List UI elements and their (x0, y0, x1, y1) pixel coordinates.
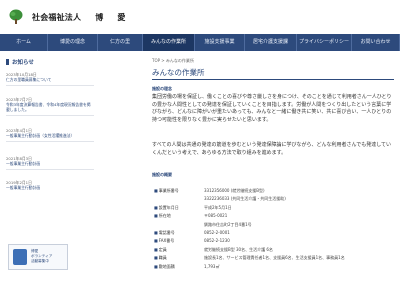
info-value: 就労継続支援B型 30名、生活介護 6名 (204, 246, 273, 252)
nav-philosophy[interactable]: 博愛の理念 (48, 34, 98, 51)
info-value: 0852-2-0001 (204, 229, 230, 235)
section-label-overview: 施設の概要 (152, 172, 172, 177)
news-link[interactable]: 一般事業主行動計画 (6, 185, 94, 190)
bullet-icon: ■ (154, 204, 158, 210)
info-key: 事業所番号 (158, 188, 179, 193)
info-value: 0852-2-1230 (204, 238, 230, 244)
info-value: 3312356000 (就労継続支援B型) (204, 188, 265, 193)
info-row: ■設置年月日 平成2年5月1日 (154, 205, 394, 210)
org-name-1: 博 (95, 13, 104, 22)
philosophy-paragraph-1: 集団労働の場を保証し、働くことの喜びや尊さ厳しさを身につけ、そのことを通じて利用… (152, 94, 392, 123)
bullet-icon: ■ (154, 213, 158, 219)
banner-text: 博愛 ボランティア 活動募集中 (31, 249, 67, 264)
news-link[interactable]: 令和3年度決算報告書、令和4年度現況報告書を掲載しました。 (6, 102, 94, 112)
info-value: 施設長1名、サービス管理責任者1名、支援員6名、生活支援員1名、事務員1名 (204, 255, 345, 261)
news-item: 2023年4月1日 一般事業主行動計画（女性活躍推進法） (6, 128, 94, 142)
bullet-icon: ■ (154, 263, 158, 269)
bullet-icon: ■ (154, 188, 158, 193)
news-link[interactable]: 一般事業主行動計画 (6, 161, 94, 166)
info-row: ■職員 施設長1名、サービス管理責任者1名、支援員6名、生活支援員1名、事務員1名 (154, 255, 394, 260)
divider (6, 115, 94, 116)
news-item: 2019年2月1日 一般事業主行動計画 (6, 180, 94, 190)
philosophy-paragraph-2: すべての人間は共通の発達の筋道を歩むという発達保障論に学びながら、どんな利用者さ… (152, 142, 392, 156)
info-key: 敷地面積 (158, 263, 175, 269)
info-key: FAX番号 (158, 238, 175, 244)
news-item: 2023年10月18日 仁方の里職員募集について (6, 72, 94, 86)
info-row: 釧路市住吉町2丁目4番1号 (154, 222, 394, 227)
bullet-icon: ■ (154, 229, 158, 235)
nav-nikata-no-sato[interactable]: 仁方の里 (98, 34, 143, 51)
nav-minna-workshop[interactable]: みんなの作業所 (143, 34, 195, 51)
info-row: ■所在地 〒085-0021 (154, 213, 394, 218)
news-item: 2021年8月3日 一般事業主行動計画 (6, 156, 94, 170)
info-key: 定員 (158, 246, 167, 252)
nav-home-care-support[interactable]: 居宅介護支援課 (245, 34, 297, 51)
site-brand[interactable]: 社会福祉法人 博 愛 (32, 12, 126, 23)
divider (6, 85, 94, 86)
bullet-icon: ■ (154, 238, 158, 244)
info-value: 〒085-0021 (204, 213, 228, 219)
info-key: 所在地 (158, 213, 171, 219)
nav-contact[interactable]: お問い合わせ (352, 34, 400, 51)
news-link[interactable]: 一般事業主行動計画（女性活躍推進法） (6, 133, 94, 138)
heading-marker-icon (6, 59, 9, 65)
news-heading-label: お知らせ (12, 60, 34, 66)
divider (6, 169, 94, 170)
info-row: 3322236033 (共同生活介護・共同生活援助) (154, 196, 394, 201)
info-row: ■FAX番号 0852-2-1230 (154, 238, 394, 243)
info-row: ■敷地面積 1,793㎡ (154, 264, 394, 269)
org-name-2: 愛 (117, 13, 126, 22)
volunteer-banner[interactable]: 博愛 ボランティア 活動募集中 (8, 244, 68, 270)
banner-line: 活動募集中 (31, 259, 49, 263)
section-label-philosophy: 施設の理念 (152, 86, 172, 91)
nav-privacy-policy[interactable]: プライバシーポリシー (297, 34, 352, 51)
page-title: みんなの作業所 (152, 67, 394, 80)
breadcrumb[interactable]: TOP > みんなの作業所 (152, 58, 194, 64)
news-heading: お知らせ (6, 58, 34, 66)
divider (6, 141, 94, 142)
nav-facility-support[interactable]: 施設支援事業 (195, 34, 245, 51)
news-item: 2023年7月7日 令和3年度決算報告書、令和4年度現況報告書を掲載しました。 (6, 97, 94, 116)
info-row: ■事業所番号 3312356000 (就労継続支援B型) (154, 188, 394, 193)
site-header: 社会福祉法人 博 愛 (0, 0, 400, 30)
volunteer-banner-icon (13, 249, 27, 265)
info-row: ■電話番号 0852-2-0001 (154, 230, 394, 235)
info-value: 3322236033 (共同生活介護・共同生活援助) (204, 196, 286, 202)
nav-home[interactable]: ホーム (0, 34, 48, 51)
info-key: 電話番号 (158, 229, 175, 235)
facility-info-list: ■事業所番号 3312356000 (就労継続支援B型) 3322236033 (… (154, 188, 394, 272)
main-navigation: ホーム 博愛の理念 仁方の里 みんなの作業所 施設支援事業 居宅介護支援課 プラ… (0, 34, 400, 51)
info-key: 職員 (158, 255, 167, 261)
info-row: ■定員 就労継続支援B型 30名、生活介護 6名 (154, 247, 394, 252)
info-value: 平成2年5月1日 (204, 204, 232, 210)
bullet-icon: ■ (154, 255, 158, 261)
news-link[interactable]: 仁方の里職員募集について (6, 77, 94, 82)
tree-logo-icon[interactable] (8, 9, 24, 25)
info-key: 設置年月日 (158, 204, 179, 210)
info-value: 釧路市住吉町2丁目4番1号 (204, 221, 252, 227)
org-type: 社会福祉法人 (32, 13, 82, 22)
bullet-icon: ■ (154, 246, 158, 252)
info-value: 1,793㎡ (204, 263, 220, 269)
